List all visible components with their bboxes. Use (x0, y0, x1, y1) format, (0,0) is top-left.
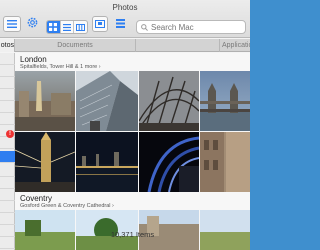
sidebar-item[interactable] (0, 65, 15, 77)
moment-subtitle[interactable]: Gosford Green & Coventry Cathedral › (20, 203, 114, 209)
photo-thumbnail[interactable] (139, 132, 199, 192)
tab-documents[interactable]: Documents (15, 39, 136, 52)
moment-title[interactable]: Coventry (20, 194, 52, 203)
photo-thumbnail[interactable] (76, 71, 138, 131)
window-title: Photos (112, 3, 138, 12)
search-icon (141, 18, 148, 36)
search-input[interactable] (151, 22, 243, 32)
sidebar-item[interactable] (0, 213, 15, 225)
column-view-icon (76, 21, 86, 33)
sidebar-item[interactable] (0, 77, 15, 89)
status-bar: 10,371 Items (15, 226, 250, 242)
photo-thumbnail[interactable] (200, 132, 250, 192)
grid-view-button[interactable] (47, 21, 61, 33)
grid-view-icon (49, 21, 58, 33)
list-toggle-button[interactable] (3, 16, 21, 32)
cover-flow-button[interactable] (92, 16, 108, 32)
sidebar-item[interactable] (0, 113, 15, 125)
photos-content: London Spitalfields, Tower Hill & 1 more… (15, 53, 250, 250)
group-menu-icon (115, 15, 125, 33)
tab-bar: otos Documents Applicatio (0, 39, 250, 52)
finder-window: Photos Search Mac otos Documents Applica… (0, 0, 250, 250)
photo-thumbnail[interactable] (139, 71, 199, 131)
search-field[interactable] (136, 20, 246, 34)
sidebar-item[interactable] (0, 101, 15, 113)
sidebar-item-selected[interactable] (0, 151, 15, 163)
group-menu-button[interactable] (112, 16, 128, 32)
photo-thumbnail[interactable] (200, 71, 250, 131)
column-view-button[interactable] (74, 21, 87, 33)
item-count: 10,371 Items (110, 229, 155, 239)
sidebar-item[interactable] (0, 225, 15, 237)
list-view-button[interactable] (61, 21, 75, 33)
list-view-icon (63, 21, 71, 33)
sidebar-item[interactable] (0, 201, 15, 213)
sidebar-item[interactable] (0, 137, 15, 149)
settings-button[interactable] (24, 16, 40, 32)
list-icon (7, 15, 17, 33)
photo-thumbnail[interactable] (76, 132, 138, 192)
sidebar-item[interactable] (0, 177, 15, 189)
tab-photos[interactable]: otos (0, 39, 15, 52)
sidebar-item[interactable] (0, 189, 15, 201)
moment-subtitle[interactable]: Spitalfields, Tower Hill & 1 more › (20, 64, 101, 70)
sidebar-item[interactable] (0, 165, 15, 177)
settings-gear-icon (27, 15, 38, 33)
view-mode-control (46, 20, 88, 34)
photo-thumbnail[interactable] (15, 132, 75, 192)
notification-badge[interactable]: ! (6, 130, 14, 138)
photo-thumbnail[interactable] (15, 71, 75, 131)
sidebar (0, 53, 15, 250)
sidebar-item[interactable] (0, 89, 15, 101)
sidebar-item[interactable] (0, 237, 15, 249)
tab-blank[interactable] (136, 39, 220, 52)
cover-flow-icon (95, 15, 105, 33)
tab-applications[interactable]: Applicatio (220, 39, 250, 52)
moment-title[interactable]: London (20, 55, 47, 64)
toolbar: Photos (0, 0, 250, 38)
sidebar-item[interactable] (0, 53, 15, 65)
